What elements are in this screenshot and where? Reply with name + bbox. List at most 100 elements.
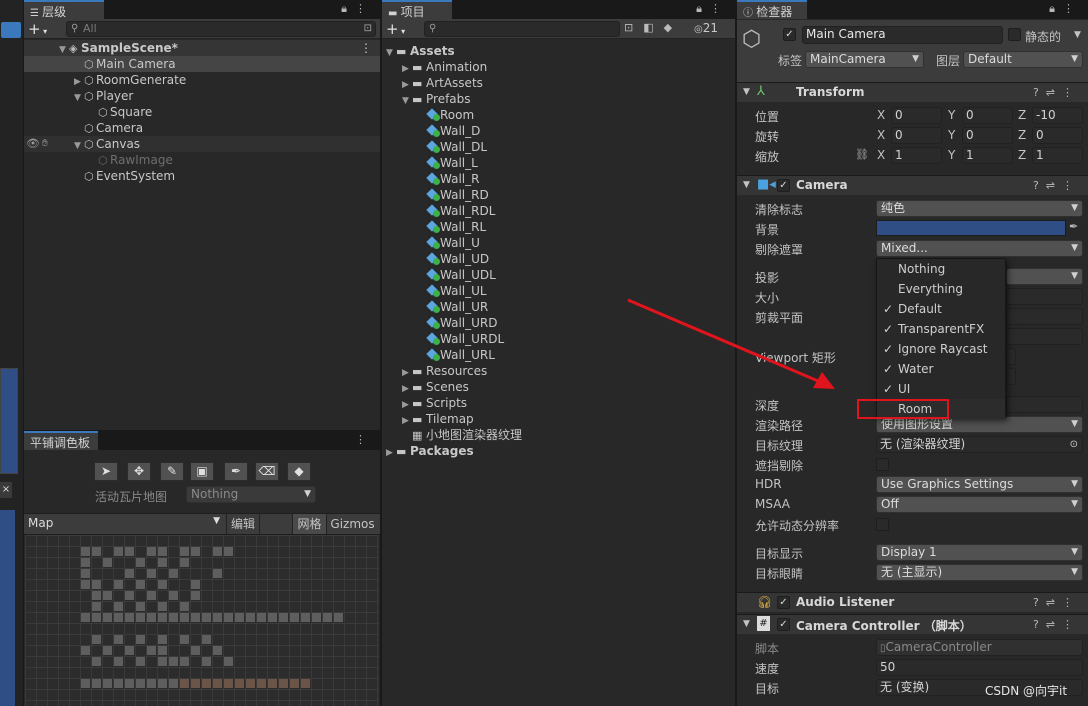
tile-cell[interactable] <box>191 547 200 556</box>
tile-cell[interactable] <box>92 657 101 666</box>
list-item[interactable]: ▶ ▬ Scripts <box>382 395 467 411</box>
target-display-dropdown[interactable]: Display 1 ▼ <box>876 544 1083 561</box>
list-item[interactable]: ▼ ⬡ Player <box>24 88 133 104</box>
tile-cell[interactable] <box>147 591 156 600</box>
list-item[interactable]: Wall_RD <box>382 187 489 203</box>
list-item[interactable]: ▶ ▬ Resources <box>382 363 487 379</box>
list-item[interactable]: ▼ ▬ Assets <box>382 43 455 59</box>
depth-field[interactable] <box>1006 396 1083 413</box>
tile-cell[interactable] <box>180 635 189 644</box>
tile-cell[interactable] <box>136 657 145 666</box>
list-item[interactable]: Wall_D <box>382 123 480 139</box>
component-help-settings-menu-icons[interactable]: ?⇌⋮ <box>1033 596 1080 609</box>
add-button[interactable]: + ▾ <box>28 20 47 38</box>
list-item[interactable]: ▼ ◈ SampleScene* ⋮ <box>24 40 380 56</box>
tile-cell[interactable] <box>224 547 233 556</box>
tile-cell[interactable] <box>125 679 134 688</box>
list-item[interactable]: 👁︎ ✋︎ ▼ ⬡ Canvas <box>24 136 380 152</box>
target-texture-field[interactable]: 无 (渲染器纹理) ⊙ <box>876 436 1083 453</box>
tile-cell[interactable] <box>202 657 211 666</box>
list-item[interactable]: ⬡ Camera <box>24 120 143 136</box>
tile-cell[interactable] <box>136 558 145 567</box>
camera-controller-enabled-checkbox[interactable]: ✓ <box>777 618 790 631</box>
far-clip-field[interactable] <box>1006 328 1083 345</box>
grid-toggle-button[interactable]: 网格 <box>292 514 326 534</box>
near-clip-field[interactable] <box>1006 308 1083 325</box>
tile-cell[interactable] <box>158 602 167 611</box>
tile-cell[interactable] <box>312 613 321 622</box>
tile-cell[interactable] <box>114 580 123 589</box>
hierarchy-search-input[interactable]: ⚲ All ⊡ <box>66 21 376 37</box>
tile-cell[interactable] <box>147 613 156 622</box>
tile-cell[interactable] <box>158 635 167 644</box>
tab-hierarchy[interactable]: ☰ 层级 <box>24 0 104 19</box>
tile-cell[interactable] <box>158 558 167 567</box>
more-icon[interactable]: ⋮ <box>360 40 372 56</box>
tile-cell[interactable] <box>257 679 266 688</box>
scene-view-dropdown[interactable] <box>1 22 21 38</box>
size-field[interactable] <box>1006 288 1083 305</box>
move-tool-icon[interactable]: ✥ <box>127 462 151 481</box>
projection-dropdown[interactable]: ▼ <box>1006 268 1083 285</box>
tile-cell[interactable] <box>191 646 200 655</box>
tile-cell[interactable] <box>147 569 156 578</box>
box-fill-icon[interactable]: ▣ <box>190 462 214 481</box>
tile-cell[interactable] <box>235 679 244 688</box>
pickable-hand-icon[interactable]: ✋︎ <box>42 136 48 152</box>
tag-dropdown[interactable]: MainCamera ▼ <box>805 51 924 68</box>
tile-cell[interactable] <box>136 613 145 622</box>
tile-cell[interactable] <box>246 679 255 688</box>
tile-cell[interactable] <box>147 547 156 556</box>
rotation-y-field[interactable]: 0 <box>962 127 1013 144</box>
menu-item-default[interactable]: ✓ Default <box>877 299 1005 319</box>
tile-cell[interactable] <box>213 569 222 578</box>
tile-cell[interactable] <box>114 657 123 666</box>
culling-mask-dropdown[interactable]: Mixed... ▼ <box>876 240 1083 257</box>
list-item[interactable]: ⬡ Square <box>24 104 152 120</box>
project-search-input[interactable]: ⚲ <box>424 21 620 37</box>
chevron-down-icon[interactable]: ▼ <box>743 180 750 190</box>
tile-cell[interactable] <box>92 547 101 556</box>
tile-cell[interactable] <box>92 613 101 622</box>
menu-item-transparentfx[interactable]: ✓ TransparentFX <box>877 319 1005 339</box>
list-item[interactable]: Wall_U <box>382 235 480 251</box>
list-item[interactable]: Wall_DL <box>382 139 487 155</box>
picker-icon[interactable]: ✒ <box>224 462 248 481</box>
tile-cell[interactable] <box>158 547 167 556</box>
list-item[interactable]: Wall_UR <box>382 299 488 315</box>
palette-dropdown[interactable]: Map ▼ <box>28 516 224 532</box>
camera-header[interactable]: ▼ ■◂ ✓ Camera ?⇌⋮ <box>737 175 1088 195</box>
clear-flags-dropdown[interactable]: 纯色 ▼ <box>876 200 1083 217</box>
tile-cell[interactable] <box>136 635 145 644</box>
eyedropper-icon[interactable]: ✒ <box>1069 220 1078 233</box>
position-y-field[interactable]: 0 <box>962 107 1013 124</box>
list-item[interactable]: ▶ ▬ Packages <box>382 443 474 459</box>
list-item[interactable]: ▶ ▬ Tilemap <box>382 411 474 427</box>
tile-cell[interactable] <box>191 580 200 589</box>
tile-cell[interactable] <box>279 613 288 622</box>
tile-cell[interactable] <box>224 657 233 666</box>
tile-cell[interactable] <box>290 679 299 688</box>
constrain-proportions-icon[interactable]: ⛓︎ <box>855 148 869 161</box>
axis-y-label[interactable]: Y <box>948 108 955 122</box>
menu-item-water[interactable]: ✓ Water <box>877 359 1005 379</box>
tile-cell[interactable] <box>92 602 101 611</box>
menu-item-everything[interactable]: Everything <box>877 279 1005 299</box>
tile-cell[interactable] <box>213 646 222 655</box>
tile-cell[interactable] <box>180 602 189 611</box>
brush-icon[interactable]: ✎ <box>160 462 184 481</box>
tile-cell[interactable] <box>301 613 310 622</box>
tile-cell[interactable] <box>180 558 189 567</box>
static-dropdown-icon[interactable]: ▼ <box>1074 30 1081 40</box>
list-item[interactable]: ▶ ▬ Animation <box>382 59 487 75</box>
audio-listener-header[interactable]: 🎧︎ ✓ Audio Listener ?⇌⋮ <box>737 592 1088 612</box>
tile-cell[interactable] <box>323 613 332 622</box>
tile-cell[interactable] <box>81 613 90 622</box>
tile-cell[interactable] <box>334 613 343 622</box>
create-button[interactable]: + ▾ <box>386 20 405 38</box>
tile-cell[interactable] <box>103 646 112 655</box>
list-item[interactable]: Wall_URDL <box>382 331 504 347</box>
tile-cell[interactable] <box>301 679 310 688</box>
fill-icon[interactable]: ◆ <box>287 462 311 481</box>
msaa-dropdown[interactable]: Off ▼ <box>876 496 1083 513</box>
